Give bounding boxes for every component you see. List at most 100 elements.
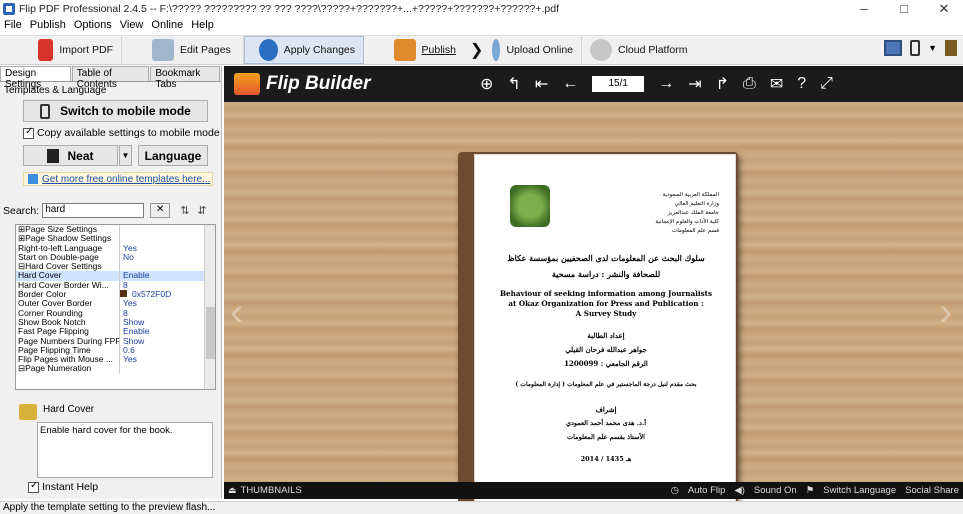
upload-online-button[interactable]: Upload Online [490,36,582,64]
student-name: جواهر عبدالله فرحان القيلي [565,345,647,354]
fullscreen-icon[interactable]: ⤢ [820,75,833,93]
menu-online[interactable]: Online [147,19,187,31]
property-row[interactable]: Page Numbers During FPF Show [16,336,215,346]
info-icon [28,174,38,184]
email-icon[interactable]: ✉ [770,74,783,94]
publish-icon [394,39,416,61]
dropdown-arrow-icon[interactable]: ▼ [928,43,937,53]
publish-label: Publish [421,44,456,56]
share-icon[interactable]: ↱ [716,74,729,94]
description-title: Hard Cover [43,404,95,415]
sound-icon: ◀) [734,485,745,496]
property-value[interactable]: Yes [120,354,215,364]
flip-toolbar: Flip Builder ⊕ ↰ ⇤ ← 15/1 → ⇥ ↱ ⎙ ✉ ? ⤢ [224,66,963,102]
help-icon[interactable]: ? [797,75,806,93]
property-row[interactable]: Right-to-left Language Yes [16,243,215,253]
maximize-button[interactable]: □ [889,0,919,18]
next-page-icon[interactable]: → [658,75,674,93]
property-row[interactable]: Page Flipping Time 0.6 [16,345,215,356]
template-select-button[interactable]: Neat [23,145,118,166]
template-dropdown-arrow-icon[interactable]: ▼ [119,145,132,166]
auto-flip-icon: ◷ [670,485,679,496]
close-button[interactable]: ✕ [929,0,959,18]
property-row[interactable]: ⊞Page Shadow Settings [16,234,215,244]
property-key: Border Color [16,290,120,300]
desktop-view-icon[interactable] [884,40,903,56]
property-scrollbar[interactable] [204,225,215,389]
property-row[interactable]: Corner Rounding 8 [16,308,215,318]
home-icon[interactable]: ↰ [507,74,520,94]
copy-settings-checkbox[interactable]: Copy available settings to mobile mode [23,126,220,139]
property-value[interactable]: Yes [120,299,215,309]
title-english-line2: at Okaz Organization for Press and Publi… [508,299,704,308]
zoom-icon[interactable]: ⊕ [480,74,493,94]
property-key: Flip Pages with Mouse ... [16,355,120,365]
clear-search-icon[interactable]: ✕ [150,203,171,218]
menu-options[interactable]: Options [70,19,116,31]
upload-online-label: Upload Online [506,44,573,56]
flag-icon: ⚑ [805,485,815,496]
search-next-icon[interactable]: ⇅ [180,204,189,217]
search-input[interactable]: hard [42,203,145,218]
property-value[interactable]: Yes [120,243,215,253]
property-row[interactable]: Hard Cover Border Wi... 8 [16,280,215,291]
property-value[interactable]: Enable [120,271,215,281]
property-row[interactable]: Fast Page Flipping Enable [16,326,215,337]
tab-bookmark-tabs[interactable]: Bookmark Tabs [150,66,221,90]
status-bar: Apply the template setting to the previe… [0,501,963,514]
auto-flip-button[interactable]: Auto Flip [688,485,726,496]
publish-button[interactable]: Publish [364,36,464,64]
import-pdf-button[interactable]: Import PDF [0,36,122,64]
property-key: ⊟Hard Cover Settings [16,262,120,272]
title-bar: Flip PDF Professional 2.4.5 -- F:\????? … [0,0,963,18]
property-row[interactable]: Show Book Notch Show [16,317,215,328]
property-row[interactable]: Hard Cover Enable [16,271,215,281]
search-prev-icon[interactable]: ⇵ [197,204,206,217]
edit-pages-button[interactable]: Edit Pages [122,36,244,64]
university-logo-icon [510,185,550,227]
prev-arrow-icon[interactable]: ‹ [230,272,250,352]
tab-design-settings[interactable]: Design Settings [0,66,71,90]
property-row[interactable]: Flip Pages with Mouse ... Yes [16,354,215,365]
property-row[interactable]: ⊟Page Numeration [16,364,215,374]
menu-help[interactable]: Help [187,19,218,31]
edit-pages-icon [152,39,174,61]
menu-file[interactable]: File [0,19,26,31]
cloud-platform-button[interactable]: Cloud Platform [582,36,702,64]
minimize-button[interactable]: – [849,0,879,18]
instant-help-checkbox[interactable]: Instant Help [28,480,98,493]
book-icon[interactable] [945,40,957,56]
property-value[interactable]: No [120,252,215,262]
pdf-icon [38,39,54,61]
menu-publish[interactable]: Publish [26,19,70,31]
more-templates-link[interactable]: Get more free online templates here... [23,172,213,186]
property-row[interactable]: Outer Cover Border Yes [16,299,215,309]
next-arrow-icon[interactable]: › [939,272,959,352]
apply-changes-button[interactable]: Apply Changes [244,36,364,64]
property-value[interactable]: 0x572F0D [129,289,215,299]
social-share-button[interactable]: Social Share [905,485,959,496]
tab-table-of-contents[interactable]: Table of Contents [71,66,150,90]
property-value[interactable] [120,364,215,373]
thumbnails-button[interactable]: THUMBNAILS [241,485,302,496]
property-row[interactable]: ⊟Hard Cover Settings [16,262,215,272]
language-button[interactable]: Language [138,145,208,166]
page-indicator[interactable]: 15/1 [592,76,645,92]
title-arabic: سلوك البحث عن المعلومات لدى الصحفيين بمؤ… [507,253,705,263]
prepared-by: إعداد الطالبة [587,331,625,340]
property-row[interactable]: Border Color 0x572F0D [16,289,215,300]
print-icon[interactable]: ⎙ [743,75,756,93]
last-page-icon[interactable]: ⇥ [688,74,701,94]
prev-page-icon[interactable]: ← [562,75,578,93]
search-label: Search: [3,204,40,217]
property-row[interactable]: Start on Double-page No [16,252,215,263]
switch-mobile-button[interactable]: Switch to mobile mode [23,100,208,122]
sound-on-button[interactable]: Sound On [754,485,797,496]
menu-view[interactable]: View [116,19,148,31]
property-value[interactable] [120,225,215,234]
property-row[interactable]: ⊞Page Size Settings [16,225,215,235]
first-page-icon[interactable]: ⇤ [535,74,548,94]
book-page[interactable]: المملكة العربية السعودية وزارة التعليم ا… [474,154,736,509]
switch-language-button[interactable]: Switch Language [823,485,896,496]
mobile-view-icon[interactable] [910,40,921,56]
